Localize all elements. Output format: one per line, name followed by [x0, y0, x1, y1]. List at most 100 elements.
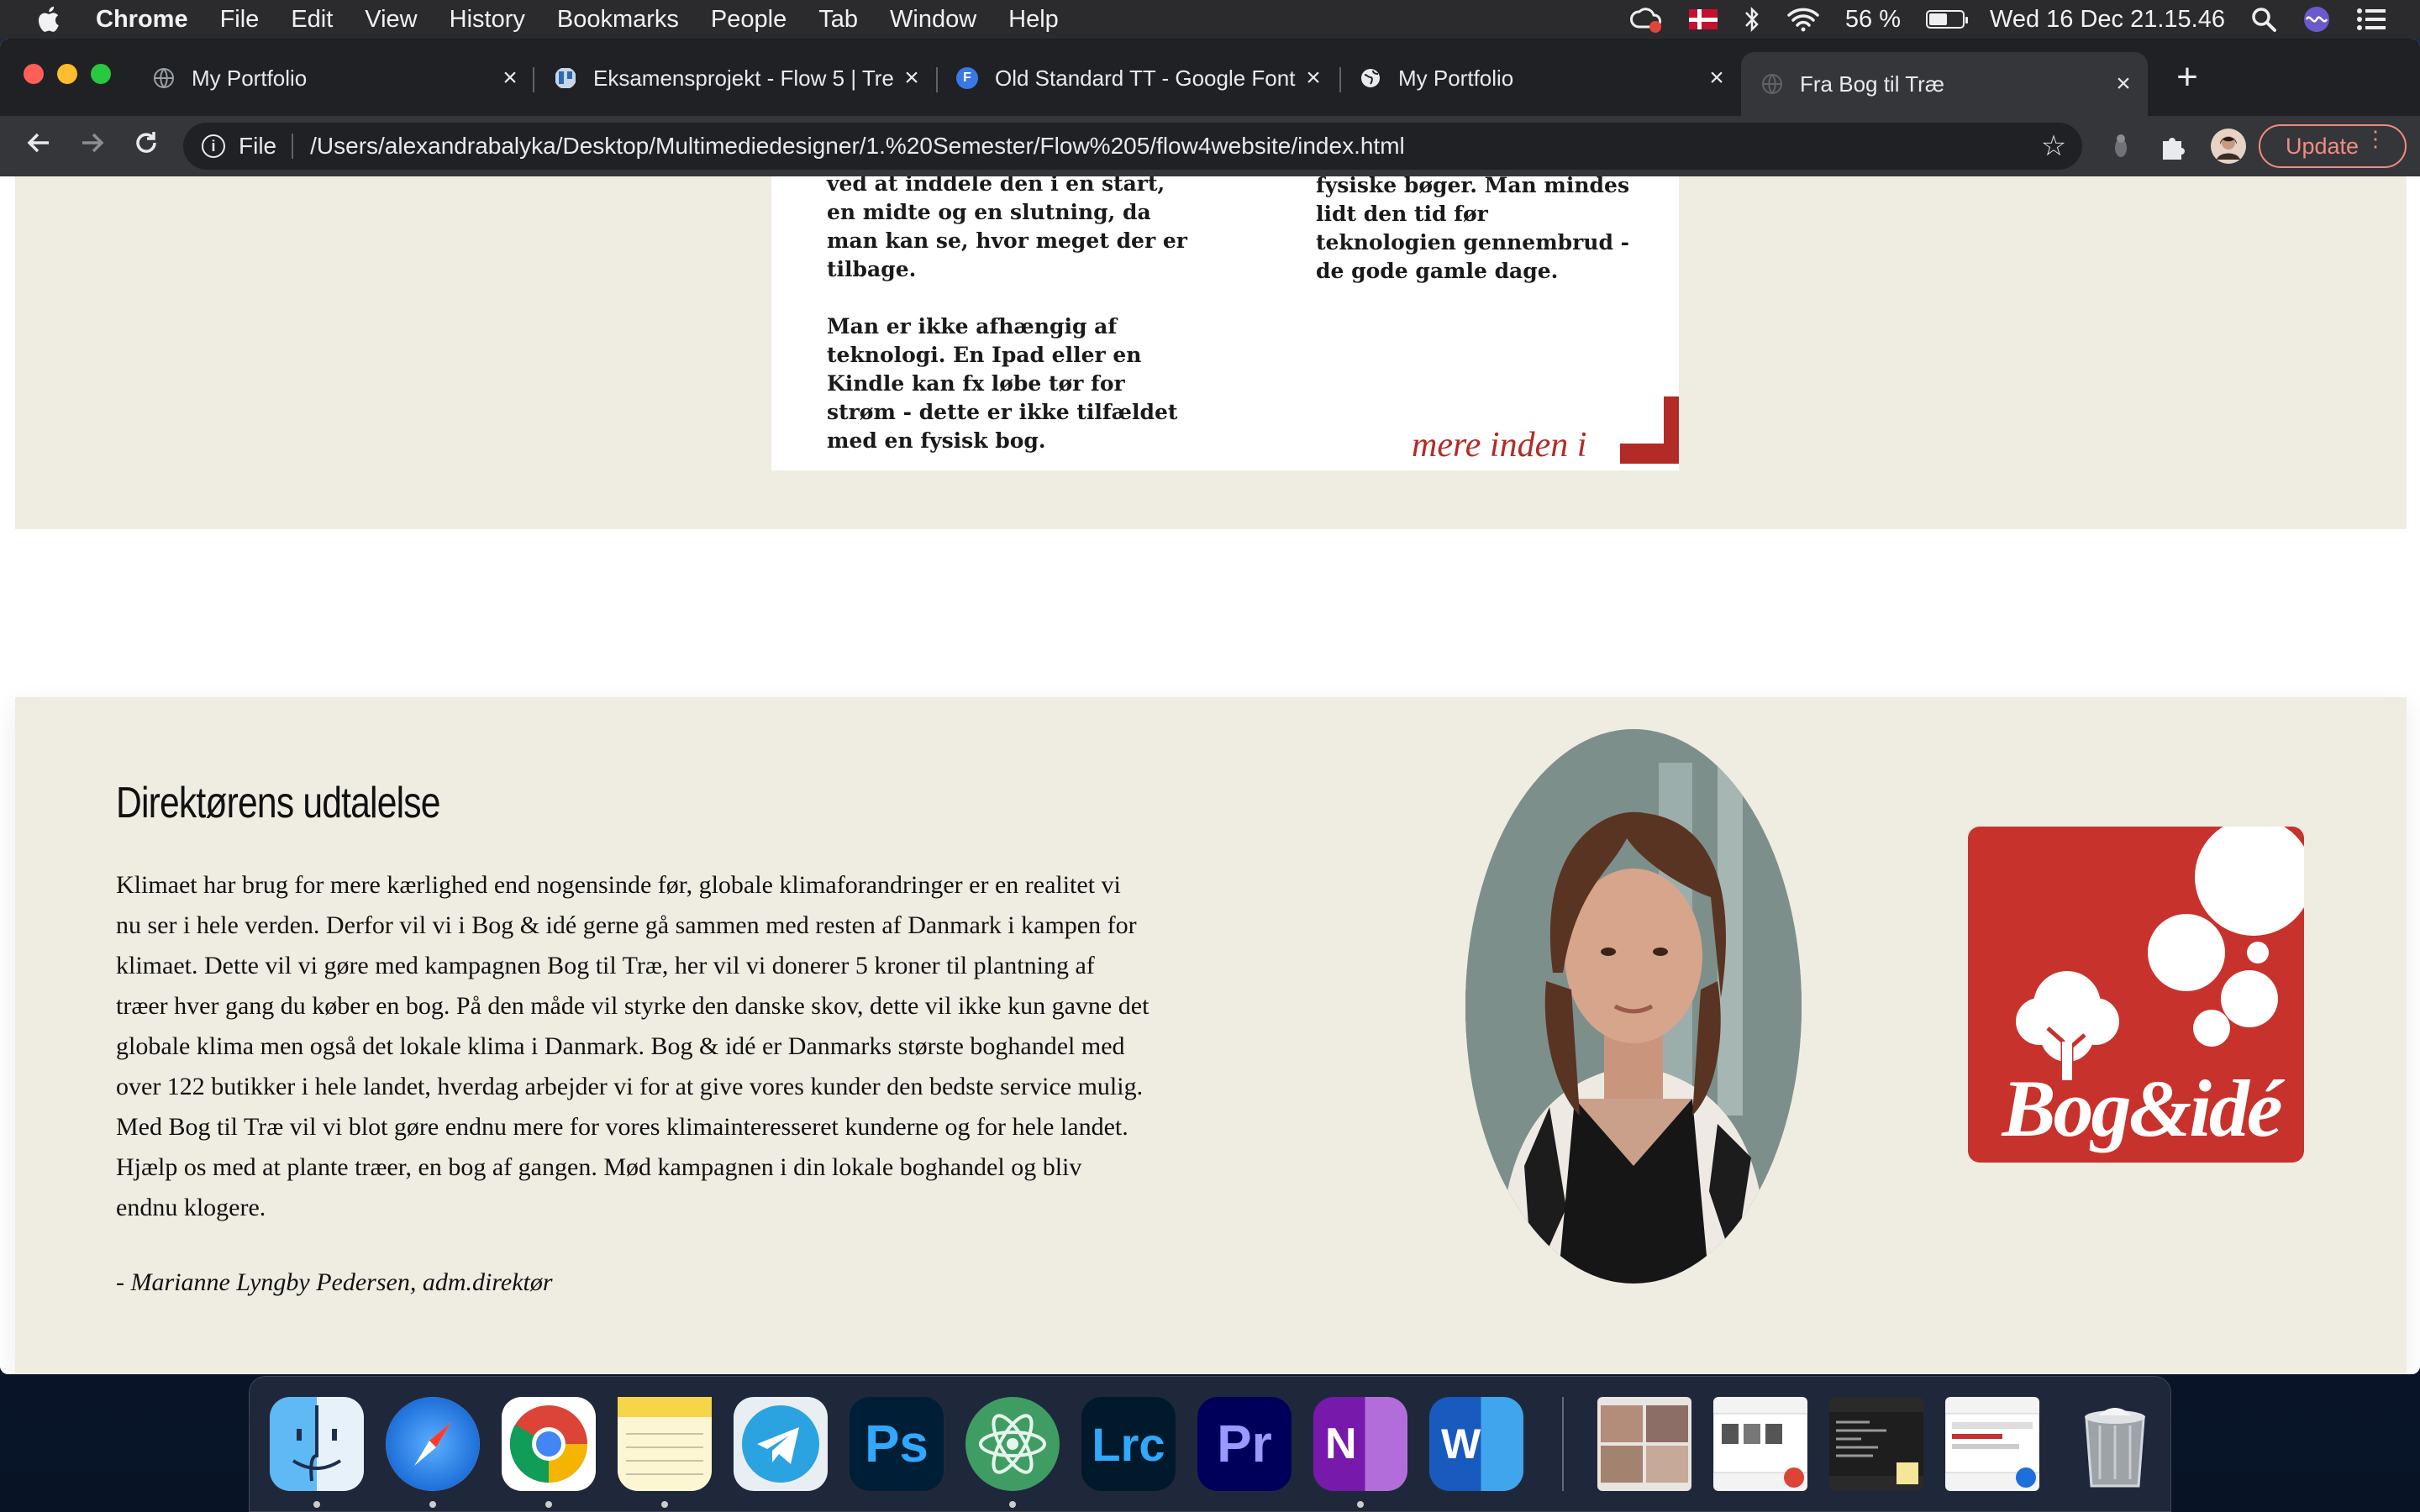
running-indicator — [545, 1501, 552, 1508]
spotlight-search-icon[interactable] — [2250, 6, 2277, 33]
creative-cloud-icon[interactable] — [1628, 5, 1664, 34]
reload-icon — [136, 132, 156, 153]
director-portrait-image — [1465, 729, 1802, 1284]
safari-icon[interactable] — [386, 1397, 480, 1491]
menu-app-name[interactable]: Chrome — [96, 6, 188, 34]
battery-icon[interactable] — [1926, 10, 1968, 29]
forward-button[interactable] — [71, 124, 114, 168]
tab-my-portfolio-2[interactable]: My Portfolio × — [1360, 52, 1729, 104]
apple-icon[interactable] — [35, 3, 64, 35]
tab-close-icon[interactable]: × — [1704, 64, 1729, 92]
google-fonts-icon: F — [956, 67, 978, 89]
menu-tab[interactable]: Tab — [818, 6, 858, 34]
tab-separator — [936, 67, 938, 92]
premiere-label: Pr — [1217, 1415, 1272, 1473]
lightroom-classic-icon[interactable]: Lrc — [1081, 1397, 1176, 1491]
puzzle-extensions-icon[interactable] — [2156, 129, 2190, 163]
page-corner-icon — [1620, 396, 1679, 464]
window-minimize-button[interactable] — [57, 64, 77, 84]
menu-window[interactable]: Window — [890, 6, 976, 34]
menu-view[interactable]: View — [365, 6, 417, 34]
menu-file[interactable]: File — [220, 6, 260, 34]
reload-button[interactable] — [124, 124, 168, 168]
lightroom-label: Lrc — [1092, 1417, 1165, 1471]
page-viewport: ved at inddele den i en start, en midte … — [0, 176, 2420, 1374]
tab-close-icon[interactable]: × — [2111, 70, 2136, 98]
address-separator — [292, 134, 294, 159]
atom-icon[interactable] — [965, 1397, 1060, 1491]
globe-icon — [154, 68, 174, 88]
window-close-button[interactable] — [24, 64, 44, 84]
window-thumbnail-icon — [1944, 1413, 2040, 1488]
bookmark-star-icon[interactable]: ☆ — [2037, 129, 2070, 163]
update-button[interactable]: Update ⋮ — [2259, 124, 2407, 168]
tab-title: My Portfolio — [1398, 65, 1514, 91]
menu-history[interactable]: History — [450, 6, 525, 34]
minimized-window-chrome-1[interactable] — [1712, 1397, 1808, 1491]
window-zoom-button[interactable] — [91, 64, 111, 84]
url-scheme-label: File — [239, 133, 277, 159]
tab-title: My Portfolio — [192, 65, 308, 91]
menu-people[interactable]: People — [711, 6, 786, 34]
premiere-pro-icon[interactable]: Pr — [1197, 1397, 1292, 1491]
trello-icon — [555, 68, 576, 88]
tab-fra-bog-til-trae[interactable]: Fra Bog til Træ × — [1741, 52, 2148, 116]
tab-close-icon[interactable]: × — [899, 64, 924, 92]
trash-icon[interactable] — [2068, 1397, 2162, 1491]
word-icon[interactable]: W — [1429, 1397, 1523, 1491]
photoshop-icon[interactable]: Ps — [850, 1397, 944, 1491]
profile-avatar[interactable] — [2210, 128, 2247, 165]
arrow-left-icon — [27, 133, 49, 153]
compass-icon — [414, 1422, 451, 1466]
book-left-column: ved at inddele den i en start, en midte … — [827, 176, 1188, 484]
tab-close-icon[interactable]: × — [1301, 64, 1326, 92]
book-benefits-section: ved at inddele den i en start, en midte … — [15, 176, 2407, 529]
finder-face-icon — [292, 1405, 342, 1482]
notes-icon[interactable] — [618, 1397, 712, 1491]
wifi-icon[interactable] — [1786, 6, 1820, 33]
recent-folder-photos-stack[interactable] — [1597, 1397, 1691, 1491]
input-source-flag-icon[interactable] — [1688, 9, 1718, 29]
bluetooth-icon[interactable] — [1743, 5, 1761, 34]
menu-edit[interactable]: Edit — [291, 6, 333, 34]
dock: Ps Lrc Pr N W — [249, 1376, 2171, 1512]
new-tab-button[interactable]: + — [2166, 57, 2208, 99]
menu-help[interactable]: Help — [1008, 6, 1059, 34]
address-bar[interactable]: i File /Users/alexandrabalyka/Desktop/Mu… — [183, 123, 2082, 170]
director-signature: - Marianne Lyngby Pedersen, adm.direktør — [116, 1268, 553, 1296]
paper-plane-icon — [742, 1405, 819, 1483]
telegram-icon[interactable] — [734, 1397, 828, 1491]
globe-icon — [1361, 69, 1380, 87]
finder-icon[interactable] — [270, 1397, 364, 1491]
tab-title: Old Standard TT - Google Font — [995, 65, 1296, 91]
battery-percent: 56 % — [1844, 5, 1901, 33]
control-center-icon[interactable] — [2356, 7, 2386, 32]
running-indicator — [1009, 1501, 1016, 1508]
browser-window: My Portfolio × Eksamensprojekt - Flow 5 … — [0, 39, 2420, 1374]
tab-my-portfolio-1[interactable]: My Portfolio × — [153, 52, 523, 104]
siri-icon[interactable] — [2302, 5, 2331, 34]
clock[interactable]: Wed 16 Dec 21.15.46 — [1990, 6, 2225, 34]
more-menu-icon[interactable]: ⋮ — [2365, 128, 2386, 150]
running-indicator — [661, 1501, 668, 1508]
back-button[interactable] — [17, 124, 60, 168]
logo-wordmark: Bog&idé — [2002, 1063, 2283, 1153]
menu-bookmarks[interactable]: Bookmarks — [557, 6, 679, 34]
running-indicator — [1357, 1501, 1364, 1508]
minimized-window-terminal[interactable] — [1829, 1397, 1923, 1491]
chrome-logo-icon — [509, 1405, 587, 1483]
chrome-icon[interactable] — [502, 1397, 596, 1491]
battery-fill — [1929, 13, 1947, 25]
info-icon[interactable]: i — [202, 134, 225, 158]
minimized-window-safari[interactable] — [1944, 1397, 2040, 1491]
more-inside-link[interactable]: mere inden i — [1412, 425, 1586, 465]
book-paragraph: fysiske bøger. Man mindes lidt den tid f… — [1316, 176, 1630, 283]
onenote-icon[interactable]: N — [1313, 1397, 1407, 1491]
arrow-right-icon — [82, 133, 104, 153]
tab-eksamensprojekt[interactable]: Eksamensprojekt - Flow 5 | Tre × — [555, 52, 924, 104]
photoshop-label: Ps — [865, 1415, 929, 1473]
tab-close-icon[interactable]: × — [497, 64, 523, 92]
url-text[interactable]: /Users/alexandrabalyka/Desktop/Multimedi… — [310, 133, 2037, 160]
tab-old-standard-tt[interactable]: F Old Standard TT - Google Font × — [956, 52, 1326, 104]
extension-icon[interactable] — [2104, 129, 2138, 163]
